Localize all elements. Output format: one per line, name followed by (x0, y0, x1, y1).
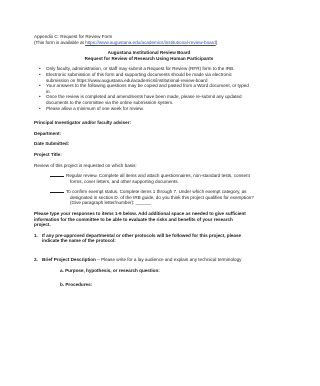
guideline-item: Electronic submission of this form and s… (39, 71, 264, 83)
instructions-line: information for the committee to be able… (34, 216, 233, 222)
item-2-number: 2. (34, 257, 38, 263)
instructions-block: Please type your responses to items 1-9 … (34, 211, 264, 228)
availability-suffix: ) (215, 39, 218, 45)
exempt-status-text: To confirm exempt status. Complete items… (66, 189, 247, 195)
guideline-item: Once the review is completed and amendme… (39, 94, 264, 105)
document-page: Appendix C: Request for Review Form (Thi… (0, 0, 298, 386)
exempt-status-checkline[interactable] (50, 192, 64, 194)
instructions-line: Please type your responses to items 1-9 … (34, 211, 246, 217)
guideline-item: Your answers to the following questions … (39, 83, 264, 94)
option-exempt-status[interactable]: To confirm exempt status. Complete items… (34, 189, 264, 206)
guideline-item: Please allow a minimum of one week for r… (39, 106, 264, 112)
guideline-line: Your answers to the following questions … (46, 83, 249, 89)
form-url-link[interactable]: https://www.augustana.edu/academics/inst… (85, 40, 216, 45)
item-1: 1. If any pre-approved departmental or ot… (34, 233, 264, 244)
regular-review-text: Regular review. Complete all items and a… (66, 173, 250, 179)
item-2-description: – Please write for a lay audience and ex… (95, 257, 242, 263)
availability-prefix: (This form is available at (34, 39, 86, 45)
item-2b-label: b. Procedures: (60, 282, 93, 288)
item-1-text: If any pre-approved departmental or othe… (42, 232, 242, 238)
guideline-line: Electronic submission of this form and s… (46, 71, 232, 77)
item-2: 2. Brief Project Description – Please wri… (34, 257, 264, 263)
option-regular-review[interactable]: Regular review. Complete all items and a… (34, 173, 264, 184)
regular-review-checkline[interactable] (50, 176, 64, 178)
item-1-number: 1. (34, 232, 38, 238)
item-2-heading: Brief Project Description (42, 257, 96, 263)
guidelines-list: Only faculty, administration, or staff m… (34, 66, 264, 111)
